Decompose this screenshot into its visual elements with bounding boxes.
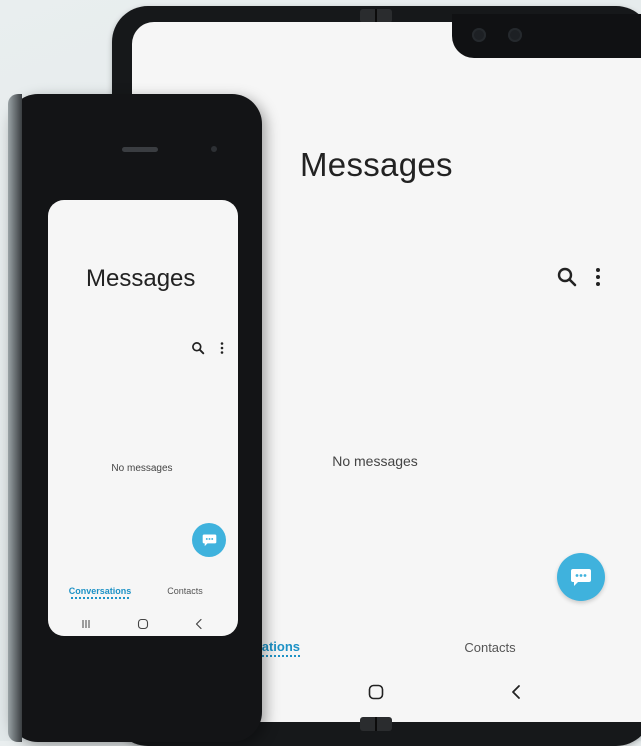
camera-lens-icon <box>472 28 486 42</box>
speaker-grille <box>122 147 158 152</box>
compose-message-icon <box>202 534 216 547</box>
more-vert-icon[interactable] <box>590 266 606 288</box>
back-icon[interactable] <box>194 618 204 630</box>
search-icon[interactable] <box>556 266 578 288</box>
home-icon[interactable] <box>137 618 149 630</box>
tab-contacts[interactable]: Contacts <box>440 640 540 655</box>
camera-lens-icon <box>508 28 522 42</box>
tab-conversations[interactable]: Conversations <box>66 586 134 596</box>
tab-contacts[interactable]: Contacts <box>160 586 210 596</box>
search-icon[interactable] <box>191 341 205 355</box>
back-icon[interactable] <box>509 684 523 700</box>
page-title: Messages <box>300 146 453 183</box>
hinge-top <box>360 9 392 23</box>
empty-state-text: No messages <box>111 463 173 474</box>
compose-message-icon <box>571 569 591 586</box>
camera-notch <box>452 14 641 58</box>
tab-active-indicator <box>71 597 129 599</box>
phone-side-edge <box>8 94 22 742</box>
empty-state-text: No messages <box>332 453 418 469</box>
hinge-bottom <box>360 717 392 731</box>
recents-icon[interactable] <box>80 618 92 630</box>
front-camera-icon <box>211 146 217 152</box>
home-icon[interactable] <box>368 684 384 700</box>
compose-message-button[interactable] <box>192 523 226 557</box>
compose-message-button[interactable] <box>557 553 605 601</box>
more-vert-icon[interactable] <box>218 341 226 355</box>
page-title: Messages <box>86 265 196 292</box>
